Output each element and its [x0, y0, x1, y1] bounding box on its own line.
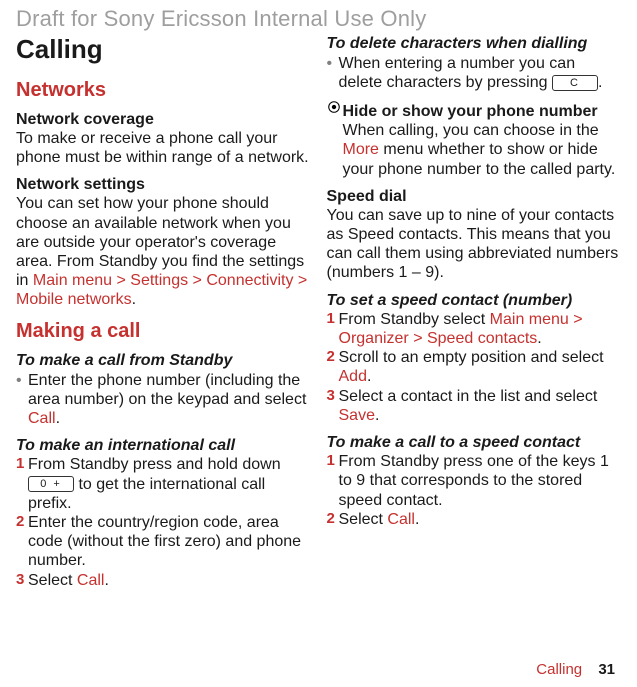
- set-speed-step-1-pre: From Standby select: [339, 311, 490, 328]
- call-speed-step-2-pre: Select: [339, 511, 388, 528]
- call-speed-step-1: 1 From Standby press one of the keys 1 t…: [327, 452, 622, 510]
- note-icon: [327, 100, 341, 114]
- networks-heading: Networks: [16, 78, 311, 102]
- page-title: Calling: [16, 34, 311, 65]
- set-speed-step-3: 3 Select a contact in the list and selec…: [327, 387, 622, 425]
- set-speed-step-2: 2 Scroll to an empty position and select…: [327, 348, 622, 386]
- c-key-icon: C: [552, 75, 598, 91]
- left-column: Calling Networks Network coverage To mak…: [16, 34, 311, 589]
- set-speed-step-2-post: .: [367, 368, 371, 385]
- set-speed-step-3-action: Save: [339, 407, 375, 424]
- step-marker-2: 2: [327, 510, 337, 528]
- intl-step-3-post: .: [104, 572, 108, 589]
- network-coverage-heading: Network coverage: [16, 110, 311, 129]
- hide-body-action: More: [343, 141, 379, 158]
- set-speed-step-3-pre: Select a contact in the list and select: [339, 388, 598, 405]
- set-speed-step-3-text: Select a contact in the list and select …: [339, 387, 622, 425]
- set-speed-heading: To set a speed contact (number): [327, 291, 622, 310]
- intl-step-1-text: From Standby press and hold down 0 + to …: [28, 455, 311, 513]
- intl-call-heading: To make an international call: [16, 436, 311, 455]
- making-call-heading: Making a call: [16, 319, 311, 343]
- speed-body: You can save up to nine of your contacts…: [327, 206, 622, 283]
- delete-heading: To delete characters when dialling: [327, 34, 622, 53]
- step-marker-2: 2: [16, 513, 26, 531]
- network-settings-body: You can set how your phone should choose…: [16, 194, 311, 309]
- call-speed-heading: To make a call to a speed contact: [327, 433, 622, 452]
- call-speed-step-2-post: .: [415, 511, 419, 528]
- intl-step-1-pre: From Standby press and hold down: [28, 456, 281, 473]
- step-marker-1: 1: [327, 452, 337, 470]
- set-speed-step-2-pre: Scroll to an empty position and select: [339, 349, 604, 366]
- hide-body-post: menu whether to show or hide your phone …: [343, 141, 616, 177]
- bullet-marker: •: [327, 54, 337, 73]
- call-speed-step-2-action: Call: [387, 511, 415, 528]
- right-column: To delete characters when dialling • Whe…: [327, 34, 622, 589]
- set-speed-step-2-action: Add: [339, 368, 367, 385]
- set-speed-step-2-text: Scroll to an empty position and select A…: [339, 348, 622, 386]
- standby-call-step-text: Enter the phone number (including the ar…: [28, 371, 311, 429]
- standby-call-step-action: Call: [28, 410, 56, 427]
- step-marker-1: 1: [16, 455, 26, 473]
- set-speed-step-3-post: .: [375, 407, 379, 424]
- hide-body-pre: When calling, you can choose in the: [343, 122, 599, 139]
- network-settings-heading: Network settings: [16, 175, 311, 194]
- delete-body-pre: When entering a number you can delete ch…: [339, 55, 576, 91]
- delete-body-post: .: [598, 74, 602, 91]
- call-speed-step-2-text: Select Call.: [339, 510, 622, 529]
- intl-step-1: 1 From Standby press and hold down 0 + t…: [16, 455, 311, 513]
- intl-step-3: 3 Select Call.: [16, 571, 311, 590]
- step-marker-3: 3: [327, 387, 337, 405]
- set-speed-step-1-text: From Standby select Main menu > Organize…: [339, 310, 622, 348]
- call-speed-step-2: 2 Select Call.: [327, 510, 622, 529]
- footer-page-number: 31: [598, 661, 615, 678]
- hide-show-note: Hide or show your phone number When call…: [327, 98, 622, 179]
- delete-step-text: When entering a number you can delete ch…: [339, 54, 622, 92]
- set-speed-step-1-post: .: [537, 330, 541, 347]
- delete-step: • When entering a number you can delete …: [327, 54, 622, 92]
- call-speed-step-1-text: From Standby press one of the keys 1 to …: [339, 452, 622, 510]
- intl-step-3-text: Select Call.: [28, 571, 311, 590]
- hide-heading: Hide or show your phone number: [343, 102, 622, 121]
- speed-heading: Speed dial: [327, 187, 622, 206]
- step-marker-1: 1: [327, 310, 337, 328]
- intl-step-3-action: Call: [77, 572, 105, 589]
- network-settings-body-post: .: [132, 291, 136, 308]
- draft-header: Draft for Sony Ericsson Internal Use Onl…: [16, 6, 621, 32]
- standby-call-heading: To make a call from Standby: [16, 351, 311, 370]
- footer: Calling 31: [536, 661, 615, 679]
- standby-call-step-pre: Enter the phone number (including the ar…: [28, 372, 306, 408]
- zero-plus-key-icon: 0 +: [28, 476, 74, 492]
- network-coverage-body: To make or receive a phone call your pho…: [16, 129, 311, 167]
- intl-step-2: 2 Enter the country/region code, area co…: [16, 513, 311, 571]
- standby-call-step-post: .: [56, 410, 60, 427]
- footer-label: Calling: [536, 661, 582, 678]
- standby-call-step: • Enter the phone number (including the …: [16, 371, 311, 429]
- network-settings-path: Main menu > Settings > Connectivity > Mo…: [16, 272, 307, 308]
- intl-step-2-text: Enter the country/region code, area code…: [28, 513, 311, 571]
- step-marker-3: 3: [16, 571, 26, 589]
- intl-step-3-pre: Select: [28, 572, 77, 589]
- step-marker-2: 2: [327, 348, 337, 366]
- bullet-marker: •: [16, 371, 26, 390]
- set-speed-step-1: 1 From Standby select Main menu > Organi…: [327, 310, 622, 348]
